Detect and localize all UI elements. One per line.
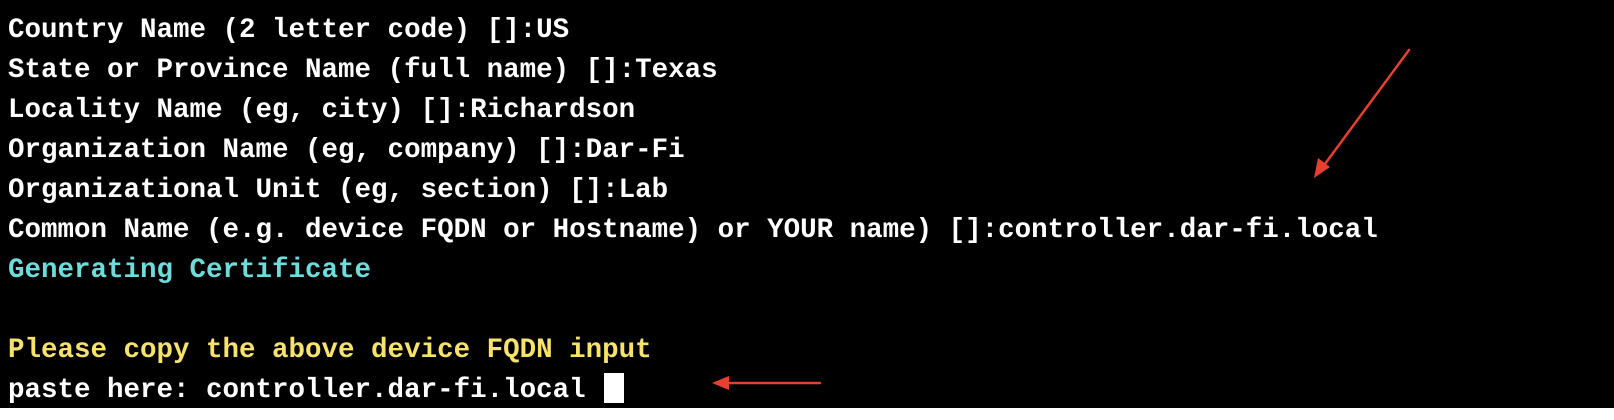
terminal-line-state: State or Province Name (full name) []:Te… [8,55,718,86]
terminal-line-locality: Locality Name (eg, city) []:Richardson [8,95,636,126]
terminal-input-text[interactable]: paste here: controller.dar-fi.local [8,375,602,406]
window-bottom-edge [0,408,1614,420]
terminal-line-org-unit: Organizational Unit (eg, section) []:Lab [8,175,669,206]
terminal-line-organization: Organization Name (eg, company) []:Dar-F… [8,135,685,166]
terminal-input-line[interactable]: paste here: controller.dar-fi.local [8,371,1378,408]
terminal-line-copy-prompt: Please copy the above device FQDN input [8,335,652,366]
terminal-line-country: Country Name (2 letter code) []:US [8,15,570,46]
block-cursor [604,373,625,403]
terminal-line-common-name: Common Name (e.g. device FQDN or Hostnam… [8,215,1378,246]
terminal-output: Country Name (2 letter code) []:US State… [8,11,1378,408]
terminal-window[interactable]: Country Name (2 letter code) []:US State… [0,0,1614,408]
terminal-line-generating: Generating Certificate [8,255,372,286]
